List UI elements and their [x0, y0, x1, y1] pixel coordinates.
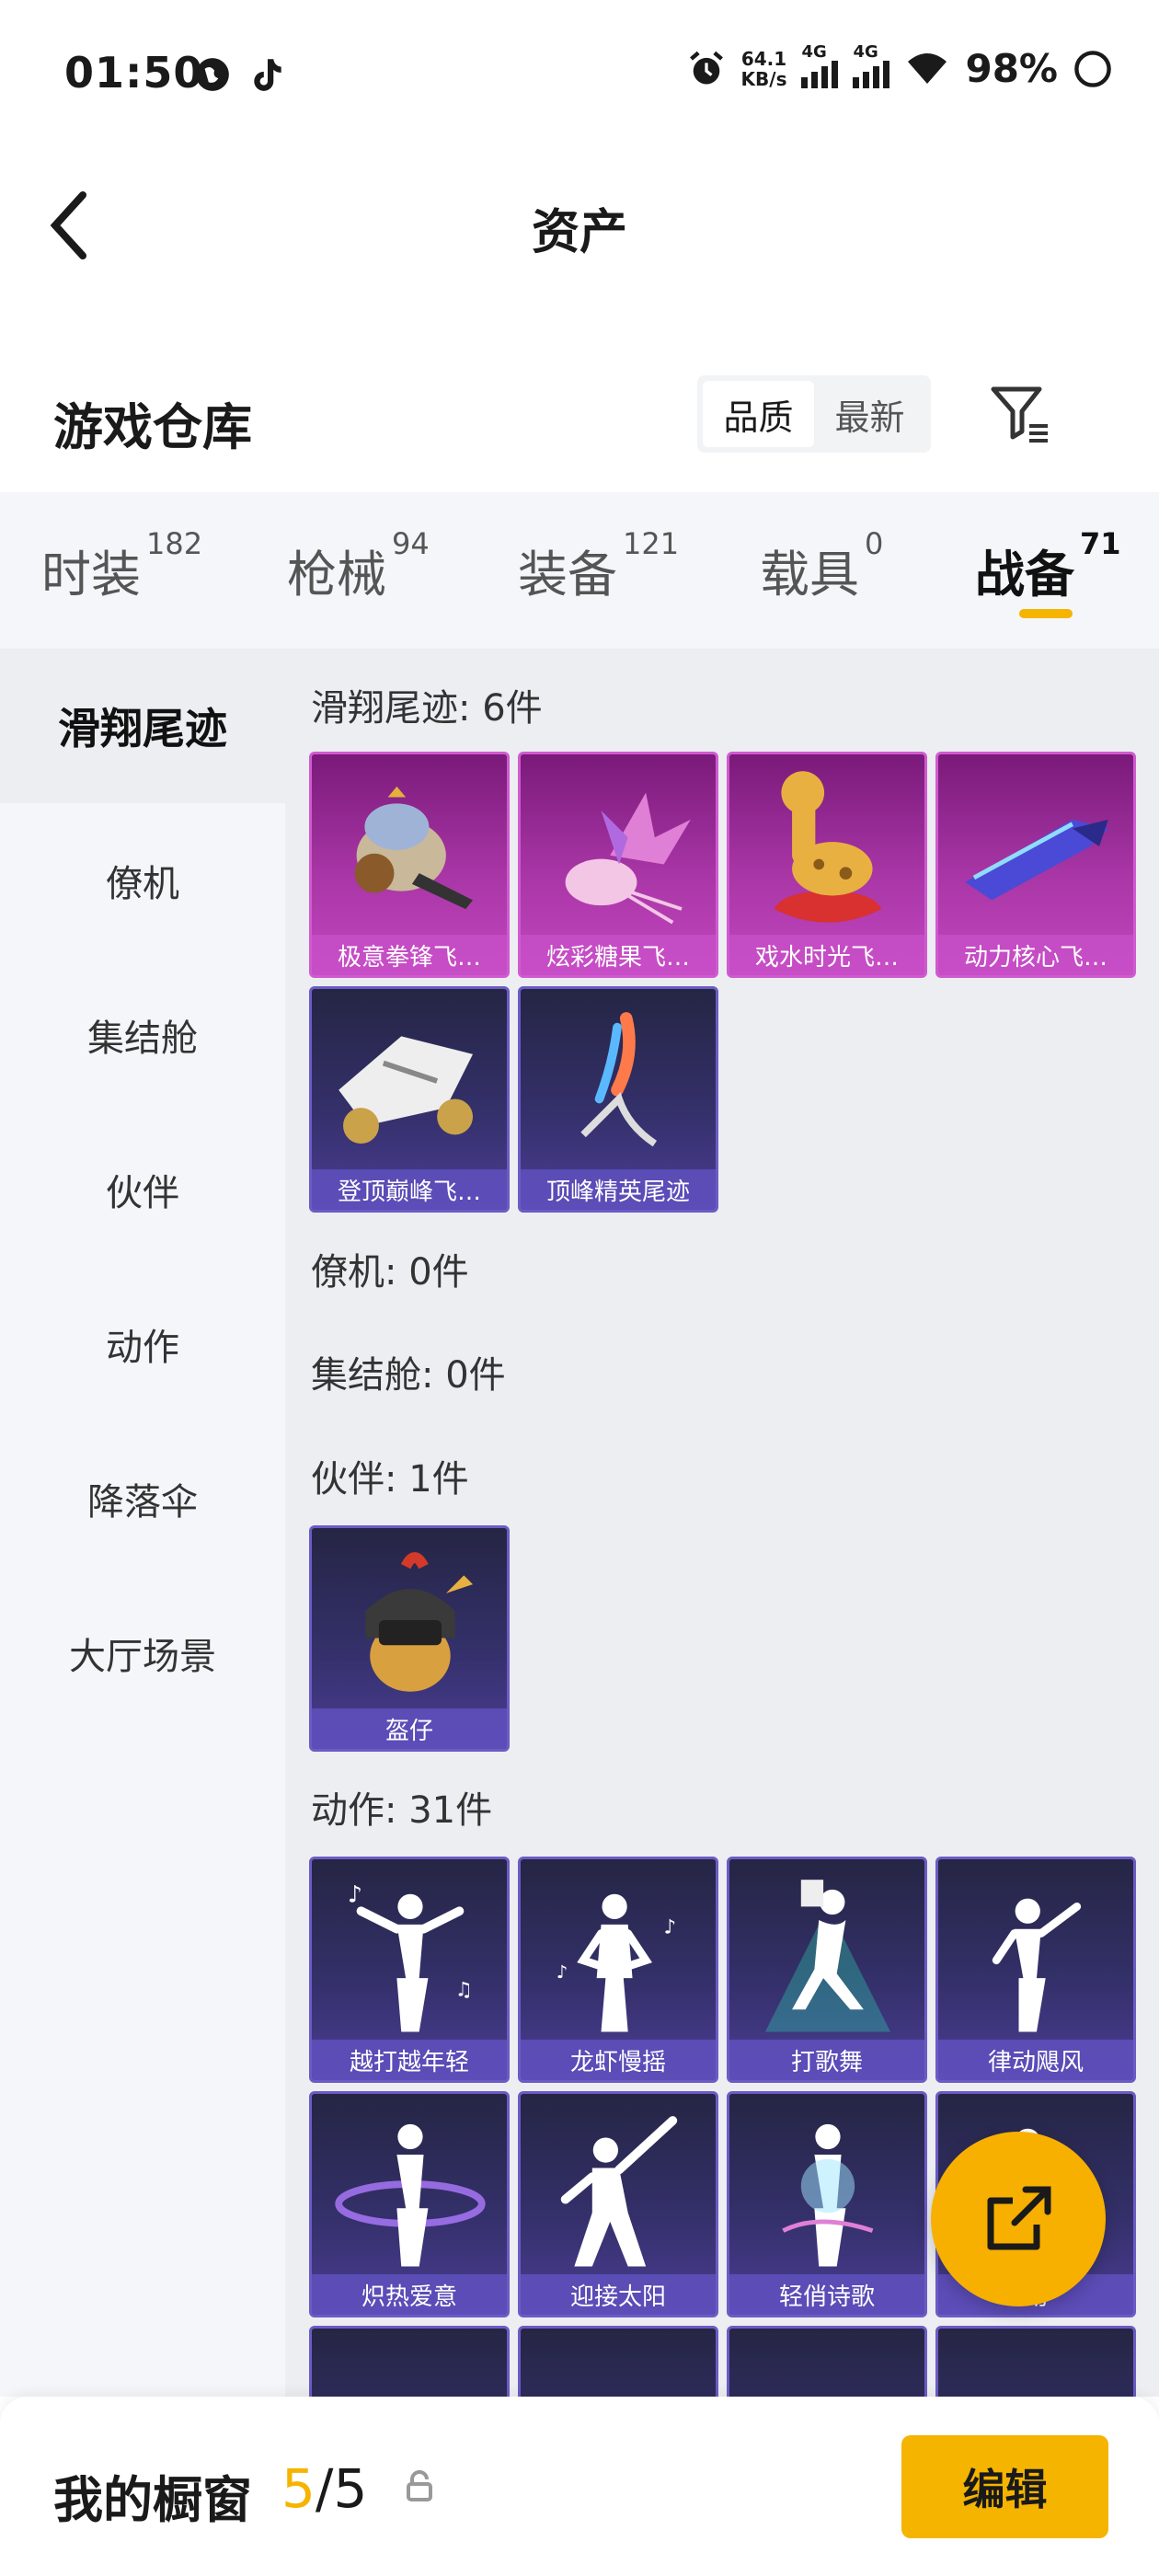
- item-label: 顶峰精英尾迹: [521, 1169, 716, 1210]
- sidebar-item-glide-trail[interactable]: 滑翔尾迹: [0, 649, 285, 803]
- item-card[interactable]: 迎接太阳: [518, 2091, 718, 2317]
- item-image: [339, 1036, 474, 1144]
- item-card[interactable]: 顶峰精英尾迹: [518, 986, 718, 1213]
- globe-icon: [196, 58, 229, 91]
- item-image: [335, 2123, 486, 2267]
- item-label: 登顶巅峰飞…: [312, 1169, 507, 1210]
- share-button[interactable]: [931, 2132, 1106, 2306]
- signal-icon: 4G: [801, 42, 839, 88]
- page-title: 资产: [531, 205, 627, 260]
- item-card[interactable]: [727, 2326, 927, 2397]
- item-card[interactable]: [518, 2326, 718, 2397]
- item-label: 炽热爱意: [312, 2274, 507, 2315]
- item-card[interactable]: 炫彩糖果飞…: [518, 752, 718, 978]
- tab-fashion[interactable]: 时装182: [41, 526, 202, 606]
- item-card[interactable]: 炽热爱意: [309, 2091, 510, 2317]
- sort-toggle: 品质 最新: [697, 375, 931, 453]
- item-label: 律动飓风: [938, 2040, 1133, 2080]
- item-label: 龙虾慢摇: [521, 2040, 716, 2080]
- item-label: 迎接太阳: [521, 2274, 716, 2315]
- filter-icon[interactable]: [989, 382, 1053, 446]
- section-title-wingman: 僚机: 0件: [311, 1251, 469, 1294]
- svg-text:♪: ♪: [664, 1916, 677, 1939]
- showcase-count: 5/5: [281, 2457, 368, 2520]
- item-image: [365, 1552, 474, 1692]
- wifi-icon: [908, 52, 947, 84]
- item-image: ♪♫: [348, 1881, 473, 2032]
- sidebar-item-parachute[interactable]: 降落伞: [0, 1421, 285, 1576]
- item-card[interactable]: 登顶巅峰飞…: [309, 986, 510, 1213]
- item-image: [354, 786, 474, 910]
- tiktok-icon: [254, 59, 281, 91]
- sort-quality-button[interactable]: 品质: [703, 381, 814, 447]
- item-image: [764, 1880, 891, 2032]
- item-label: 炫彩糖果飞…: [521, 935, 716, 975]
- item-card[interactable]: 动力核心飞…: [935, 752, 1136, 978]
- bottom-bar: 我的橱窗 5/5 编辑: [0, 2397, 1159, 2576]
- lock-icon: [407, 2470, 432, 2501]
- item-label: 极意拳锋飞…: [312, 935, 507, 975]
- category-tabs: 时装182 枪械94 装备121 载具0 战备71: [0, 492, 1159, 649]
- category-sidebar: 滑翔尾迹 僚机 集结舱 伙伴 动作 降落伞 大厅场景: [0, 649, 285, 2397]
- item-label: 越打越年轻: [312, 2040, 507, 2080]
- svg-text:♪: ♪: [557, 1961, 568, 1983]
- tab-vehicles[interactable]: 载具0: [760, 526, 883, 606]
- edit-button[interactable]: 编辑: [901, 2435, 1108, 2538]
- sidebar-item-lobby-scene[interactable]: 大厅场景: [0, 1576, 285, 1731]
- section-title-capsule: 集结舱: 0件: [311, 1354, 506, 1397]
- tab-equipment[interactable]: 装备121: [518, 526, 679, 606]
- sidebar-item-partner[interactable]: 伙伴: [0, 1112, 285, 1267]
- item-card[interactable]: ♪ ♪ 龙虾慢摇: [518, 1857, 718, 2083]
- item-card[interactable]: ♪ ♫ 越打越年轻: [309, 1857, 510, 2083]
- item-card[interactable]: 轻俏诗歌: [727, 2091, 927, 2317]
- sort-latest-button[interactable]: 最新: [814, 381, 925, 447]
- item-image: ♪♪: [557, 1893, 677, 2032]
- svg-text:♪: ♪: [348, 1881, 362, 1908]
- sidebar-item-emote[interactable]: 动作: [0, 1267, 285, 1421]
- net-speed: 64.1 KB/s: [740, 47, 787, 90]
- item-image: [774, 771, 882, 923]
- item-card[interactable]: 打歌舞: [727, 1857, 927, 2083]
- item-image: [580, 1012, 658, 1147]
- battery-percent: 98%: [965, 46, 1058, 91]
- item-image: [992, 1898, 1082, 2032]
- share-icon: [987, 2186, 1051, 2250]
- item-label: 戏水时光飞…: [729, 935, 924, 975]
- alarm-icon: [689, 51, 723, 84]
- item-image: [965, 819, 1108, 901]
- section-title-partner: 伙伴: 1件: [311, 1458, 469, 1501]
- item-label: 盔仔: [312, 1708, 507, 1749]
- section-title-emote: 动作: 31件: [311, 1789, 493, 1832]
- sidebar-item-wingman[interactable]: 僚机: [0, 803, 285, 958]
- item-card[interactable]: 律动飓风: [935, 1857, 1136, 2083]
- item-card[interactable]: [935, 2326, 1136, 2397]
- item-card[interactable]: 极意拳锋飞…: [309, 752, 510, 978]
- item-label: 轻俏诗歌: [729, 2274, 924, 2315]
- tab-gear[interactable]: 战备71: [975, 526, 1121, 606]
- item-label: 动力核心飞…: [938, 935, 1133, 975]
- item-card[interactable]: 盔仔: [309, 1525, 510, 1752]
- showcase-label: 我的橱窗: [53, 2471, 252, 2529]
- item-image: [560, 2116, 678, 2267]
- item-card[interactable]: [309, 2326, 510, 2397]
- warehouse-title: 游戏仓库: [53, 398, 252, 456]
- sidebar-item-capsule[interactable]: 集结舱: [0, 958, 285, 1112]
- item-label: 打歌舞: [729, 2040, 924, 2080]
- status-time: 01:50: [64, 48, 204, 98]
- active-tab-indicator: [1019, 609, 1073, 618]
- battery-icon: [1074, 50, 1111, 87]
- tab-guns[interactable]: 枪械94: [287, 526, 430, 606]
- svg-text:♫: ♫: [455, 1979, 473, 2002]
- item-image: [565, 792, 691, 925]
- section-title-glide-trail: 滑翔尾迹: 6件: [311, 687, 543, 730]
- item-image: [782, 2123, 874, 2267]
- item-card[interactable]: 戏水时光飞…: [727, 752, 927, 978]
- status-bar: 01:50 64.1 KB/s 4G 4G 98%: [0, 0, 1159, 147]
- signal-icon: 4G: [853, 42, 890, 88]
